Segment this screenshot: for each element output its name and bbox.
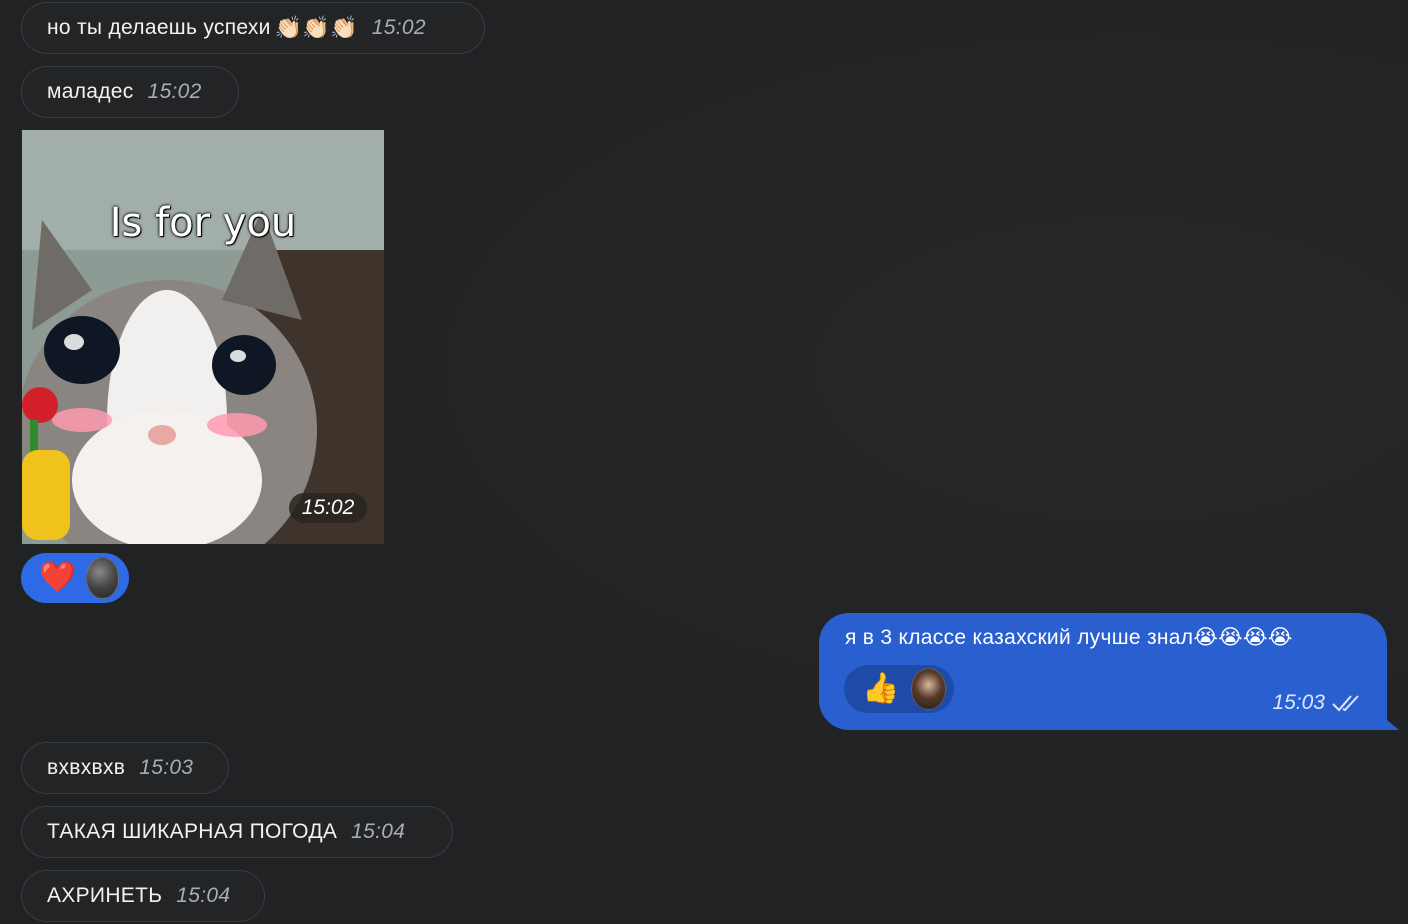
- kitten-gif-image: [22, 130, 384, 544]
- message-text: ТАКАЯ ШИКАРНАЯ ПОГОДА: [47, 820, 338, 843]
- message-bubble-outgoing[interactable]: я в 3 классе казахский лучше знал😭😭😭😭 👍 …: [819, 613, 1399, 730]
- message-meta: 15:03: [1272, 691, 1361, 715]
- gif-time: 15:02: [289, 493, 367, 523]
- message-text: АХРИНЕТЬ: [47, 884, 163, 907]
- message-time: 15:02: [371, 16, 426, 39]
- clap-emoji: 👏🏻👏🏻👏🏻: [274, 15, 358, 40]
- message-time: 15:04: [351, 820, 406, 843]
- message-text: но ты делаешь успехи: [47, 16, 271, 39]
- message-bubble-incoming[interactable]: ТАКАЯ ШИКАРНАЯ ПОГОДА 15:04: [21, 806, 453, 858]
- message-time: 15:02: [147, 80, 202, 103]
- gif-caption: Is for you: [109, 200, 297, 246]
- heart-reaction-icon: ❤️: [39, 561, 77, 594]
- chat-window: но ты делаешь успехи 👏🏻👏🏻👏🏻 15:02 маладе…: [0, 0, 1408, 924]
- message-text-body: я в 3 классе казахский лучше знал: [845, 626, 1194, 649]
- gif-message[interactable]: Is for you: [22, 130, 384, 544]
- message-time: 15:04: [176, 884, 231, 907]
- message-text: вхвхвхв: [47, 756, 126, 779]
- message-bubble-incoming[interactable]: АХРИНЕТЬ 15:04: [21, 870, 265, 922]
- message-text: я в 3 классе казахский лучше знал😭😭😭😭: [845, 625, 1293, 650]
- thumbs-up-reaction-icon: 👍: [862, 672, 900, 705]
- message-text: маладес: [47, 80, 134, 103]
- reaction-pill[interactable]: ❤️: [21, 553, 129, 603]
- crying-emoji: 😭😭😭😭: [1193, 626, 1293, 649]
- message-bubble-incoming[interactable]: но ты делаешь успехи 👏🏻👏🏻👏🏻 15:02: [21, 2, 485, 54]
- double-check-icon: [1332, 695, 1359, 712]
- message-time: 15:03: [1272, 691, 1325, 714]
- bubble-tail: [1375, 710, 1399, 730]
- reaction-pill[interactable]: 👍: [844, 665, 954, 713]
- avatar: [911, 668, 946, 710]
- avatar: [86, 557, 119, 599]
- message-time: 15:03: [139, 756, 194, 779]
- message-bubble-incoming[interactable]: вхвхвхв 15:03: [21, 742, 229, 794]
- message-bubble-incoming[interactable]: маладес 15:02: [21, 66, 239, 118]
